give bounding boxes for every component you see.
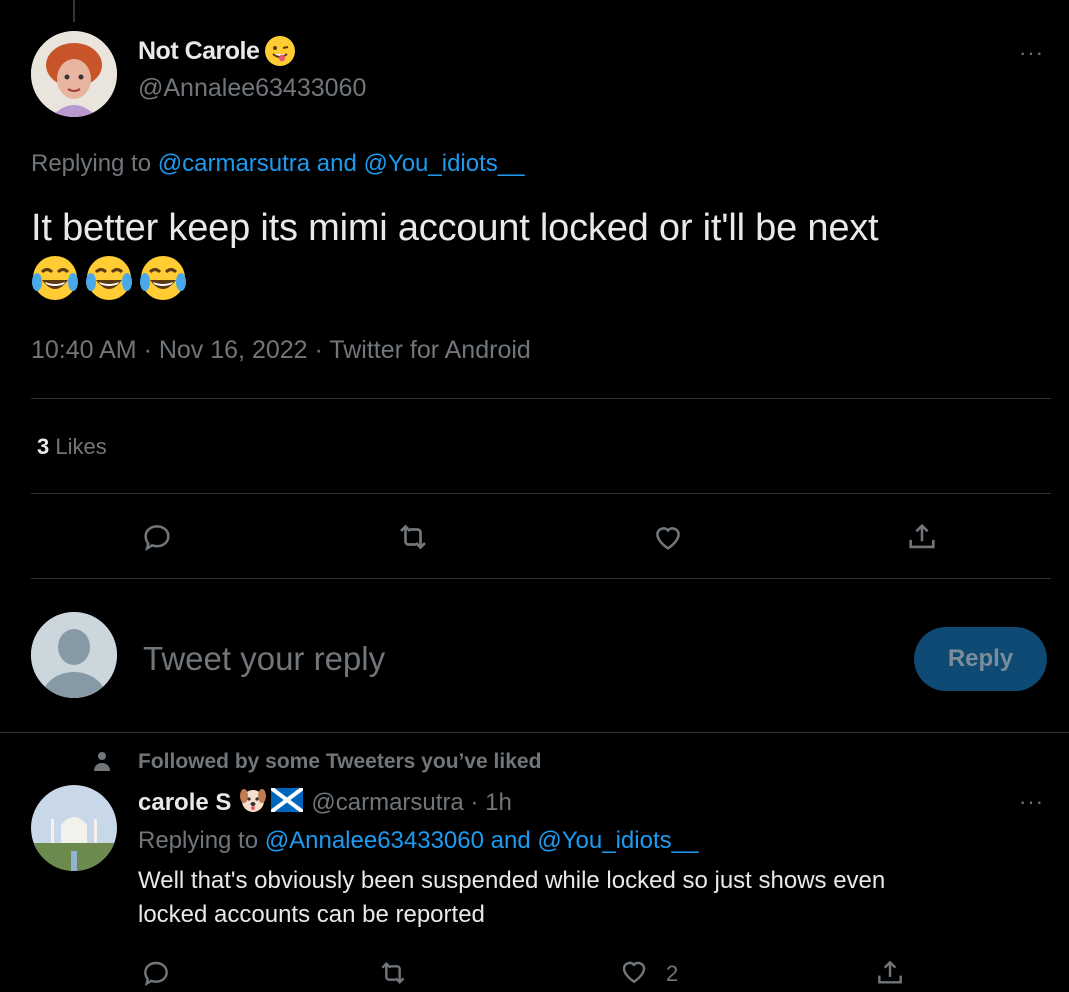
replying-and: and [310,150,364,177]
face-with-tears-of-joy-icon [139,254,187,302]
reply-icon[interactable] [138,955,174,991]
author-avatar[interactable] [31,31,117,117]
reply-author-name[interactable]: carole S [138,789,231,817]
winking-face-with-tongue-icon [265,36,296,66]
likes-count[interactable]: 3 Likes [37,434,107,460]
reply-text-line: Well that's obviously been suspended whi… [138,867,886,894]
mention-link[interactable]: @You_idiots__ [537,827,698,854]
user-avatar[interactable] [31,612,117,698]
face-with-tears-of-joy-icon [31,254,79,302]
reply-more-options-button[interactable]: ··· [1019,789,1044,815]
divider [31,493,1051,494]
replying-prefix: Replying to [138,827,265,854]
share-icon[interactable] [872,955,908,991]
like-action[interactable]: 2 [618,955,678,992]
scotland-flag-icon [270,786,305,817]
mention-link[interactable]: @Annalee63433060 [265,827,484,854]
more-options-button[interactable]: ··· [1019,40,1044,66]
tweet-timestamp[interactable]: 10:40 AM · Nov 16, 2022 · Twitter for An… [31,336,531,365]
reply-button[interactable]: Reply [914,627,1047,691]
reply-icon[interactable] [139,519,175,555]
reply-header: carole S @carmarsutra · 1h [138,786,512,819]
dog-face-icon [239,786,267,819]
replying-to: Replying to @carmarsutra and @You_idiots… [31,150,524,178]
author-display-name[interactable]: Not Carole [138,37,260,66]
like-icon[interactable] [650,519,686,555]
divider [0,732,1069,733]
mention-link[interactable]: @You_idiots__ [364,150,525,177]
mention-link[interactable]: @carmarsutra [158,150,310,177]
reply-text-line: locked accounts can be reported [138,901,485,928]
share-icon[interactable] [904,519,940,555]
like-icon[interactable] [618,955,650,992]
divider [31,398,1051,399]
like-count: 2 [666,960,679,986]
reply-input[interactable]: Tweet your reply [143,640,385,678]
divider [31,578,1051,579]
social-context: Followed by some Tweeters you’ve liked [138,750,542,773]
reply-author-avatar[interactable] [31,785,117,871]
replying-and: and [483,827,538,854]
reply-replying-to: Replying to @Annalee63433060 and @You_id… [138,827,698,855]
retweet-icon[interactable] [375,955,411,991]
thread-line [73,0,75,22]
reply-handle-time[interactable]: @carmarsutra · 1h [311,789,511,817]
likes-label: Likes [49,434,107,459]
author-handle[interactable]: @Annalee63433060 [138,74,366,103]
face-with-tears-of-joy-icon [85,254,133,302]
retweet-icon[interactable] [395,519,431,555]
reply-text: Well that's obviously been suspended whi… [138,864,1038,932]
person-icon [90,749,114,778]
tweet-text-line: It better keep its mimi account locked o… [31,207,879,249]
tweet-text: It better keep its mimi account locked o… [31,205,1041,302]
replying-prefix: Replying to [31,150,158,177]
emoji-row [31,253,1041,302]
likes-number: 3 [37,434,50,459]
